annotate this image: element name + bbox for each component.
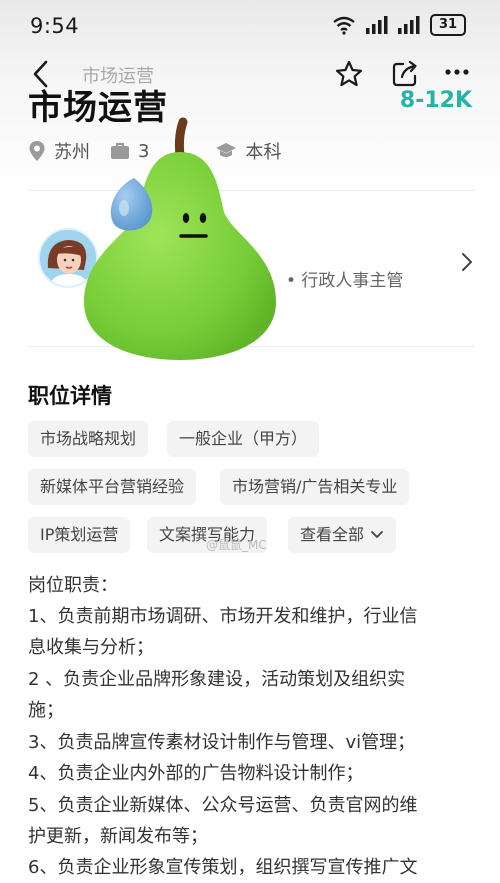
view-all-label: 查看全部	[300, 525, 365, 544]
chevron-down-icon	[371, 531, 383, 538]
status-bar: 9:54 31	[0, 0, 500, 56]
skill-tag[interactable]: 新媒体平台营销经验	[28, 469, 197, 505]
description-line: 1、负责前期市场调研、市场开发和维护，行业信	[28, 606, 418, 627]
signal-icon-1	[366, 16, 388, 34]
battery-indicator: 31	[430, 14, 466, 36]
description-heading: 岗位职责：	[28, 575, 118, 596]
skill-tag[interactable]: 市场营销/广告相关专业	[220, 469, 410, 505]
description-line: 5、负责企业新媒体、公众号运营、负责官网的维	[28, 795, 418, 816]
skill-tag[interactable]: 一般企业（甲方）	[167, 421, 320, 457]
pear-sticker	[84, 117, 276, 360]
status-time: 9:54	[30, 14, 80, 38]
more-options-icon[interactable]	[445, 68, 469, 76]
salary: 8-12K	[399, 88, 472, 113]
recruiter-role: • 行政人事主管	[286, 271, 404, 291]
description-line: 6、负责企业形象宣传策划，组织撰写宣传推广文	[28, 857, 418, 878]
description-line: 施；	[28, 700, 64, 721]
watermark: @鼠鼠_MC	[206, 538, 267, 552]
description-line: 2 、负责企业品牌形象建设，活动策划及组织实	[28, 669, 406, 690]
wifi-icon	[333, 16, 355, 35]
description-line: 4、负责企业内外部的广告物料设计制作；	[28, 763, 364, 784]
share-icon[interactable]	[390, 59, 420, 89]
signal-icon-2	[398, 16, 420, 34]
skill-tag[interactable]: 市场战略规划	[28, 421, 149, 457]
chevron-right-icon[interactable]	[460, 251, 474, 273]
description-line: 3、负责品牌宣传素材设计制作与管理、vi管理；	[28, 732, 416, 753]
status-icons: 31	[332, 14, 466, 36]
view-all-button[interactable]: 查看全部	[288, 517, 397, 553]
description-line: 息收集与分析；	[28, 637, 154, 658]
section-title: 职位详情	[28, 384, 112, 408]
location-pin-icon	[29, 141, 45, 161]
description-line: 护更新，新闻发布等；	[28, 826, 208, 847]
star-icon[interactable]	[334, 59, 364, 89]
skill-tag[interactable]: IP策划运营	[28, 517, 131, 553]
